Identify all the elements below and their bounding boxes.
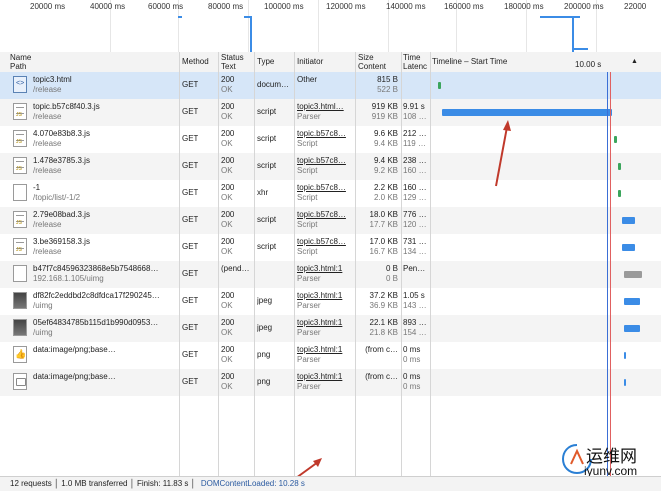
annotation-arrow-timeline (495, 126, 508, 187)
status-summary: 12 requests │ 1.0 MB transferred │ Finis… (10, 479, 196, 488)
annotation-layer (295, 120, 511, 479)
annotation-arrowhead (503, 120, 511, 131)
status-bar: 12 requests │ 1.0 MB transferred │ Finis… (0, 476, 661, 491)
status-domcontentloaded: DOMContentLoaded: 10.28 s (200, 479, 305, 488)
